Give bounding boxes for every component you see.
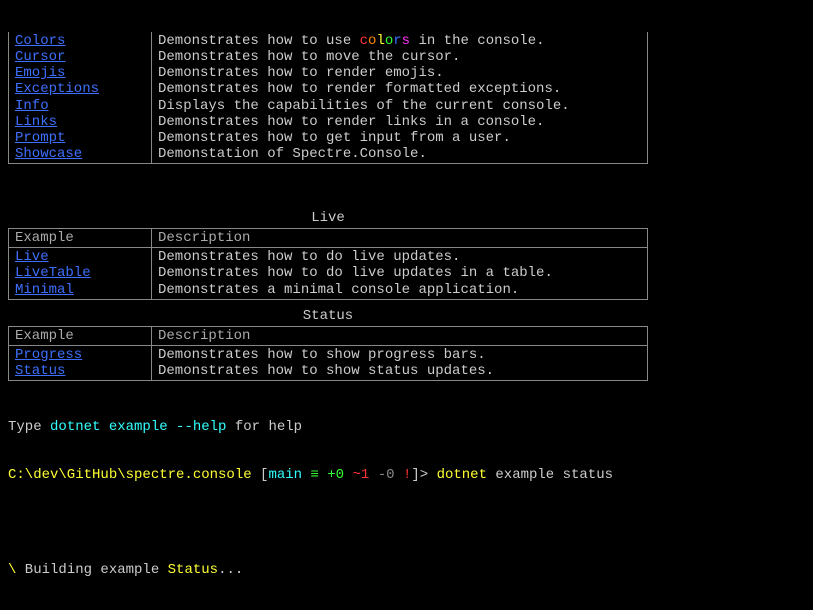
- header-example: Example: [9, 326, 152, 345]
- table-header-row: ExampleDescription: [9, 229, 648, 248]
- section-title: Live: [8, 210, 648, 226]
- header-description: Description: [152, 326, 648, 345]
- example-cell: ProgressStatus: [9, 345, 152, 380]
- examples-table: ExampleDescriptionLiveLiveTableMinimalDe…: [8, 228, 648, 299]
- example-link[interactable]: Exceptions: [15, 81, 99, 97]
- example-link[interactable]: Live: [15, 249, 49, 265]
- typed-command: dotnet: [437, 467, 487, 483]
- examples-table: ExampleDescriptionProgressStatusDemonstr…: [8, 326, 648, 381]
- description-cell: Demonstrates how to use colors in the co…: [152, 32, 648, 163]
- header-example: Example: [9, 229, 152, 248]
- spinner-icon: \: [8, 562, 16, 578]
- table-row: ProgressStatusDemonstrates how to show p…: [9, 345, 648, 380]
- table-row: ColorsCursorEmojisExceptionsInfoLinksPro…: [9, 32, 648, 163]
- example-link[interactable]: Minimal: [15, 282, 74, 298]
- status-example-name: Status: [168, 562, 218, 578]
- example-link[interactable]: Links: [15, 114, 57, 130]
- typed-args: example status: [495, 467, 613, 483]
- example-link[interactable]: Status: [15, 363, 65, 379]
- example-link[interactable]: Info: [15, 98, 49, 114]
- table-row: LiveLiveTableMinimalDemonstrates how to …: [9, 248, 648, 299]
- description-cell: Demonstrates how to show progress bars.D…: [152, 345, 648, 380]
- section-title: Status: [8, 308, 648, 324]
- example-link[interactable]: LiveTable: [15, 265, 91, 281]
- example-link[interactable]: Progress: [15, 347, 82, 363]
- table-header-row: ExampleDescription: [9, 326, 648, 345]
- prompt-path: C:\dev\GitHub\spectre.console: [8, 467, 252, 483]
- top-examples-table: ColorsCursorEmojisExceptionsInfoLinksPro…: [8, 32, 648, 164]
- example-link[interactable]: Showcase: [15, 146, 82, 162]
- example-cell: LiveLiveTableMinimal: [9, 248, 152, 299]
- example-link[interactable]: Colors: [15, 33, 65, 49]
- help-line: Type dotnet example --help for help: [8, 419, 805, 435]
- terminal-output: ColorsCursorEmojisExceptionsInfoLinksPro…: [0, 0, 813, 610]
- example-link[interactable]: Cursor: [15, 49, 65, 65]
- example-cell: ColorsCursorEmojisExceptionsInfoLinksPro…: [9, 32, 152, 163]
- example-link[interactable]: Prompt: [15, 130, 65, 146]
- status-line: \ Building example Status...: [8, 562, 805, 578]
- description-cell: Demonstrates how to do live updates.Demo…: [152, 248, 648, 299]
- header-description: Description: [152, 229, 648, 248]
- git-branch: main: [268, 467, 302, 483]
- example-link[interactable]: Emojis: [15, 65, 65, 81]
- prompt-line[interactable]: C:\dev\GitHub\spectre.console [main ≡ +0…: [8, 467, 805, 483]
- help-command: dotnet example --help: [50, 419, 226, 435]
